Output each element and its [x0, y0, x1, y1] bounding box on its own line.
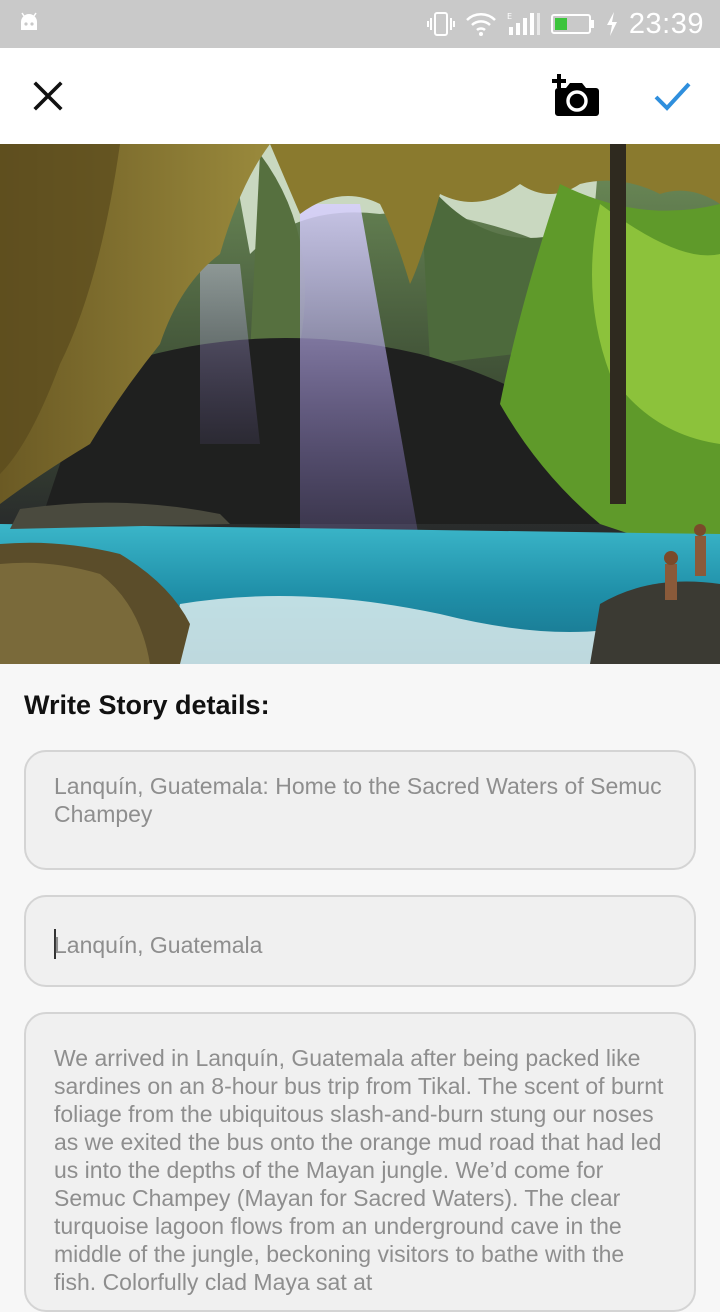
charging-icon	[606, 12, 617, 36]
story-details-form: Write Story details: Lanquín, Guatemala:…	[0, 664, 720, 1312]
vibrate-icon	[426, 12, 455, 36]
android-icon	[21, 12, 37, 30]
story-title-text: Lanquín, Guatemala: Home to the Sacred W…	[54, 773, 662, 827]
cave-lagoon-photo	[0, 144, 720, 664]
signal-icon: E	[507, 12, 540, 35]
confirm-checkmark-button[interactable]	[650, 74, 694, 118]
status-time: 23:39	[628, 7, 704, 40]
wifi-icon	[466, 13, 496, 36]
battery-icon	[550, 14, 594, 34]
location-field[interactable]: Lanquín, Guatemala	[24, 895, 696, 987]
add-photo-button[interactable]	[550, 72, 602, 120]
svg-text:E: E	[507, 12, 512, 21]
form-heading: Write Story details:	[24, 690, 270, 720]
location-text: Lanquín, Guatemala	[54, 932, 263, 958]
story-body-field[interactable]: We arrived in Lanquín, Guatemala after b…	[24, 1012, 696, 1312]
story-title-field[interactable]: Lanquín, Guatemala: Home to the Sacred W…	[24, 750, 696, 870]
status-bar: E 23:39	[0, 0, 720, 48]
close-icon[interactable]	[28, 76, 68, 116]
story-body-text: We arrived in Lanquín, Guatemala after b…	[54, 1045, 664, 1295]
story-cover-photo[interactable]	[0, 144, 720, 664]
top-toolbar	[0, 48, 720, 144]
